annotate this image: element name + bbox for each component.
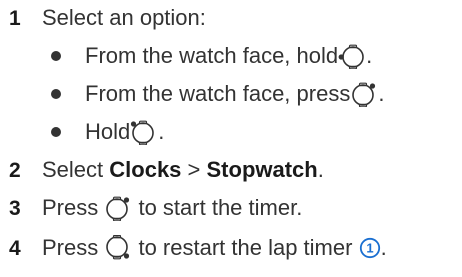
bullet — [51, 89, 61, 99]
step-1: 1 Select an option: — [0, 0, 462, 36]
callout-number-icon: 1 — [359, 237, 381, 259]
option-hold-top-right: Hold . — [0, 114, 462, 150]
step-number: 4 — [9, 236, 21, 260]
step-3: 3 Press to start the timer. — [0, 190, 462, 226]
bullet — [51, 51, 61, 61]
step-number: 3 — [9, 196, 21, 220]
watch-left-button-icon — [338, 43, 366, 69]
step-suffix: to start the timer. — [132, 195, 303, 220]
watch-top-right-button-icon — [104, 195, 132, 221]
step-text: Select Clocks > Stopwatch . — [42, 159, 324, 181]
option-text-label: Hold — [85, 119, 131, 144]
step-text: Press to restart the lap timer 1 . — [42, 235, 387, 261]
watch-top-right-button-icon — [130, 119, 158, 145]
option-suffix: . — [366, 43, 373, 68]
step-text-prefix: Select — [42, 157, 110, 182]
step-suffix: . — [380, 235, 387, 260]
option-hold-left: From the watch face, hold . — [0, 38, 462, 74]
menu-item-clocks: Clocks — [109, 157, 182, 182]
path-separator: > — [181, 157, 207, 182]
step-number: 1 — [9, 6, 21, 30]
option-suffix: . — [158, 119, 165, 144]
watch-bottom-right-button-icon — [104, 235, 132, 261]
option-text-label: From the watch face, press — [85, 81, 351, 106]
step-text: Press to start the timer. — [42, 195, 302, 221]
menu-item-stopwatch: Stopwatch — [206, 157, 318, 182]
watch-top-right-button-icon — [350, 81, 378, 107]
step-2: 2 Select Clocks > Stopwatch . — [0, 152, 462, 188]
step-4: 4 Press to restart the lap timer 1 . — [0, 230, 462, 266]
bullet — [51, 127, 61, 137]
step-number: 2 — [9, 158, 21, 182]
option-suffix: . — [378, 81, 385, 106]
step-suffix: . — [317, 157, 324, 182]
step-text-label: Select an option: — [42, 5, 206, 30]
step-text-prefix: Press — [42, 195, 105, 220]
option-text: From the watch face, press . — [85, 81, 384, 107]
option-text: From the watch face, hold . — [85, 43, 372, 69]
step-text-prefix: Press — [42, 235, 105, 260]
option-text-label: From the watch face, hold — [85, 43, 339, 68]
instruction-document: 1 Select an option: From the watch face,… — [0, 0, 462, 277]
step-text: Select an option: — [42, 7, 206, 29]
callout-number: 1 — [366, 241, 373, 256]
option-press-top-right: From the watch face, press . — [0, 76, 462, 112]
step-text-middle: to restart the lap timer — [132, 235, 359, 260]
option-text: Hold . — [85, 119, 164, 145]
